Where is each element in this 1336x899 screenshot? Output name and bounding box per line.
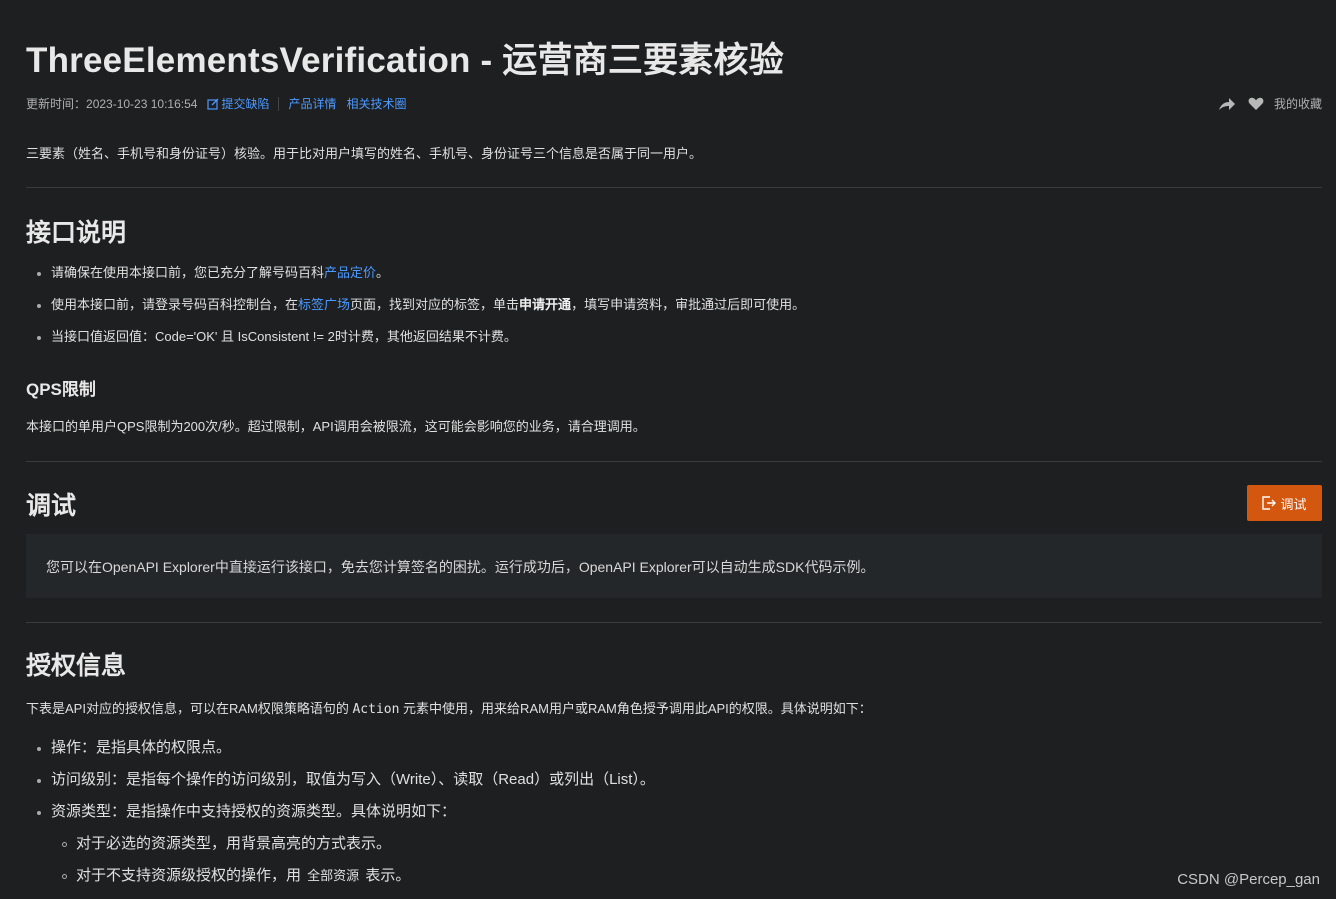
api-desc-heading: 接口说明: [26, 219, 127, 247]
action-code: Action: [352, 702, 400, 717]
edit-icon: [207, 98, 219, 110]
csdn-watermark: CSDN @Percep_gan: [1177, 871, 1320, 888]
sub-list-item: 对于必选的资源类型，用背景高亮的方式表示。: [26, 834, 655, 866]
item-text: 当接口值返回值：Code='OK' 且 IsConsistent != 2时计费…: [51, 329, 517, 344]
meta-bar: 更新时间： 2023-10-23 10:16:54 提交缺陷 产品详情 相关技术…: [26, 95, 407, 112]
list-item: 操作：是指具体的权限点。: [26, 738, 655, 770]
report-bug-label: 提交缺陷: [221, 97, 270, 111]
divider: [26, 187, 1322, 188]
qps-heading: QPS限制: [26, 380, 96, 399]
explorer-note-box: 您可以在OpenAPI Explorer中直接运行该接口，免去您计算签名的困扰。…: [26, 534, 1322, 598]
pricing-link[interactable]: 产品定价: [324, 265, 376, 280]
api-desc-list: 请确保在使用本接口前，您已充分了解号码百科产品定价。 使用本接口前，请登录号码百…: [26, 264, 805, 360]
divider: [26, 622, 1322, 623]
related-circle-link[interactable]: 相关技术圈: [346, 95, 406, 112]
auth-heading: 授权信息: [26, 652, 127, 680]
updated-label: 更新时间：: [26, 97, 87, 111]
updated-time: 2023-10-23 10:16:54: [86, 96, 198, 111]
auth-list: 操作：是指具体的权限点。 访问级别：是指每个操作的访问级别，取值为写入（Writ…: [26, 738, 655, 898]
explorer-note-text: 您可以在OpenAPI Explorer中直接运行该接口，免去您计算签名的困扰。…: [46, 559, 875, 575]
desc-text: 下表是API对应的授权信息，可以在RAM权限策略语句的: [26, 701, 353, 716]
list-item: 资源类型：是指操作中支持授权的资源类型。具体说明如下：: [26, 802, 655, 834]
debug-heading: 调试: [26, 492, 77, 520]
debug-button-label: 调试: [1280, 496, 1307, 512]
all-resources-chip: 全部资源: [307, 869, 360, 884]
share-icon[interactable]: [1218, 97, 1236, 111]
item-text: 页面，找到对应的标签，单击: [350, 297, 520, 312]
item-text: 使用本接口前，请登录号码百科控制台，在: [51, 297, 299, 312]
intro-text: 三要素（姓名、手机号和身份证号）核验。用于比对用户填写的姓名、手机号、身份证号三…: [26, 146, 703, 161]
divider: [26, 461, 1322, 462]
heart-icon[interactable]: [1248, 97, 1264, 111]
item-text: ，填写申请资料，审批通过后即可使用。: [571, 297, 806, 312]
open-debug-icon: [1262, 496, 1277, 510]
report-bug-link[interactable]: 提交缺陷: [197, 95, 269, 112]
item-text: 请确保在使用本接口前，您已充分了解号码百科: [51, 265, 325, 280]
meta-actions: 我的收藏: [1206, 95, 1322, 112]
product-detail-link[interactable]: 产品详情: [288, 95, 336, 112]
item-text: 对于不支持资源级授权的操作，用: [76, 867, 306, 884]
list-item: 请确保在使用本接口前，您已充分了解号码百科产品定价。: [26, 264, 805, 296]
tag-square-link[interactable]: 标签广场: [298, 297, 350, 312]
item-text: 表示。: [361, 867, 411, 884]
sub-list-item: 对于不支持资源级授权的操作，用 全部资源 表示。: [26, 866, 655, 898]
desc-text: 元素中使用，用来给RAM用户或RAM角色授予调用此API的权限。具体说明如下：: [399, 701, 872, 716]
item-text: 。: [376, 265, 390, 280]
favorites-link[interactable]: 我的收藏: [1274, 95, 1322, 112]
debug-button[interactable]: 调试: [1247, 485, 1322, 521]
auth-desc: 下表是API对应的授权信息，可以在RAM权限策略语句的 Action 元素中使用…: [26, 698, 872, 717]
meta-divider: [278, 96, 280, 111]
list-item: 访问级别：是指每个操作的访问级别，取值为写入（Write）、读取（Read）或列…: [26, 770, 655, 802]
list-item: 使用本接口前，请登录号码百科控制台，在标签广场页面，找到对应的标签，单击申请开通…: [26, 296, 805, 328]
apply-bold-text: 申请开通: [519, 297, 572, 312]
page-title: ThreeElementsVerification - 运营商三要素核验: [26, 41, 784, 80]
qps-text: 本接口的单用户QPS限制为200次/秒。超过限制，API调用会被限流，这可能会影…: [26, 419, 646, 434]
list-item: 当接口值返回值：Code='OK' 且 IsConsistent != 2时计费…: [26, 328, 805, 360]
